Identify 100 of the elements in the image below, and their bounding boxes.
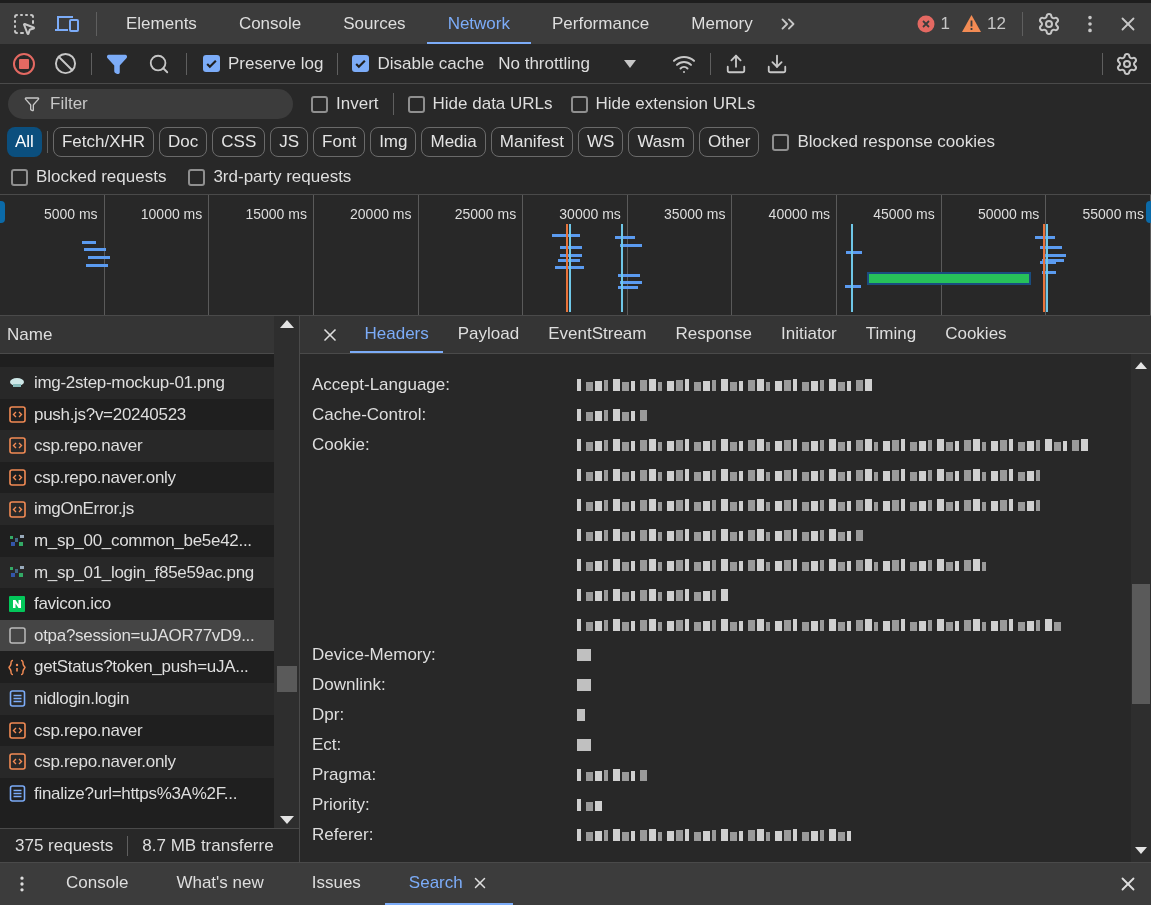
- column-header[interactable]: Name: [7, 321, 53, 348]
- checkbox[interactable]: [352, 55, 370, 72]
- filter-field[interactable]: Filter: [8, 89, 293, 119]
- blurred-value-drawing: [577, 649, 591, 661]
- type-filter-chip[interactable]: Wasm: [628, 127, 694, 157]
- header-name: Pragma:: [312, 764, 377, 787]
- type-filter-chip[interactable]: All: [7, 127, 42, 157]
- detail-tab[interactable]: Payload: [443, 316, 534, 353]
- script-icon: [8, 500, 26, 518]
- request-row[interactable]: otpa?session=uJAOR77vD9...: [0, 619, 274, 652]
- checkbox[interactable]: [311, 95, 328, 113]
- filter-icon[interactable]: [106, 52, 128, 75]
- timeline-tick-label: 55000 ms: [1082, 205, 1144, 224]
- type-filter-chip[interactable]: Manifest: [490, 127, 574, 157]
- throttling-dropdown[interactable]: No throttling: [498, 50, 636, 77]
- drawer-tab[interactable]: Console: [42, 863, 153, 905]
- scroll-up-icon[interactable]: [1135, 362, 1147, 369]
- settings-icon[interactable]: [1115, 51, 1139, 76]
- drawer-tab[interactable]: What's new: [152, 863, 288, 905]
- record-icon[interactable]: [12, 51, 36, 76]
- overview-handle[interactable]: [1146, 201, 1151, 223]
- request-row[interactable]: finalize?url=https%3A%2F...: [0, 777, 274, 810]
- file-icon: [8, 627, 26, 645]
- image-icon: [9, 376, 25, 389]
- header-name: Referer:: [312, 824, 374, 847]
- error-count: 1: [940, 12, 951, 35]
- header-name: Device-Memory:: [312, 644, 436, 667]
- checkbox[interactable]: [203, 55, 220, 72]
- download-icon[interactable]: [765, 52, 788, 75]
- detail-tab[interactable]: Timing: [851, 316, 931, 353]
- request-row[interactable]: m_sp_00_common_be5e42...: [0, 524, 274, 557]
- type-filter-chip[interactable]: CSS: [212, 127, 266, 157]
- header-name: Ect:: [312, 734, 342, 757]
- detail-tab[interactable]: Cookies: [930, 316, 1022, 353]
- panel-tab[interactable]: Console: [217, 3, 323, 44]
- image-icon: [9, 565, 25, 580]
- detail-tab[interactable]: Response: [660, 316, 767, 353]
- type-filter-chip[interactable]: Fetch/XHR: [52, 127, 155, 157]
- detail-tab[interactable]: EventStream: [533, 316, 661, 353]
- overview-handle[interactable]: [0, 201, 5, 223]
- scrollbar-thumb[interactable]: [276, 666, 297, 692]
- panel-tab[interactable]: Elements: [105, 3, 218, 44]
- timeline-tick-label: 25000 ms: [454, 205, 517, 224]
- timeline-tick-label: 40000 ms: [768, 205, 831, 224]
- timeline-tick-label: 20000 ms: [350, 205, 412, 224]
- panel-tab[interactable]: Network: [426, 3, 531, 44]
- type-filter-chip[interactable]: Media: [421, 127, 486, 157]
- type-filter-chip[interactable]: Img: [370, 127, 417, 157]
- error-icon[interactable]: [916, 14, 935, 33]
- type-filter-chip[interactable]: JS: [270, 127, 309, 157]
- warning-icon[interactable]: [962, 15, 982, 32]
- request-count: 375 requests: [15, 834, 114, 857]
- header-name: Dpr:: [312, 704, 345, 727]
- type-filter-chip[interactable]: Doc: [159, 127, 208, 157]
- inspect-icon[interactable]: [12, 11, 36, 36]
- type-filter-chip[interactable]: Font: [313, 127, 366, 157]
- detail-tab[interactable]: Initiator: [766, 316, 852, 353]
- request-row[interactable]: getStatus?token_push=uJA...: [0, 651, 274, 683]
- timeline-tick-label: 30000 ms: [559, 205, 621, 224]
- drawer-tab[interactable]: Issues: [287, 863, 385, 905]
- header-name: Cache-Control:: [312, 404, 427, 427]
- panel-tab[interactable]: Sources: [322, 3, 427, 44]
- image-icon: [9, 533, 25, 548]
- type-filter-chip[interactable]: Other: [698, 127, 760, 157]
- checkbox[interactable]: [407, 95, 425, 113]
- script-icon: [8, 721, 26, 739]
- timeline-tick-label: 45000 ms: [873, 205, 935, 224]
- scrollbar[interactable]: [1131, 354, 1151, 862]
- detail-tab[interactable]: Headers: [350, 316, 444, 353]
- upload-icon[interactable]: [724, 52, 747, 75]
- document-icon: [8, 785, 26, 802]
- scroll-down-icon[interactable]: [1135, 847, 1147, 854]
- option-label: 3rd-party requests: [213, 166, 352, 189]
- timeline-tick-label: 5000 ms: [43, 205, 98, 224]
- request-row[interactable]: favicon.ico: [0, 588, 274, 620]
- option-label: Hide data URLs: [432, 93, 553, 116]
- checkbox[interactable]: [188, 168, 206, 186]
- clear-icon[interactable]: [54, 52, 77, 75]
- scrollbar-thumb[interactable]: [1132, 584, 1150, 704]
- fetch-icon: [8, 658, 26, 676]
- request-row[interactable]: csp.repo.naver.only: [0, 461, 274, 494]
- transferred-size: 8.7 MB transferre: [142, 834, 274, 857]
- type-filter-chip[interactable]: WS: [578, 127, 624, 157]
- settings-icon[interactable]: [1037, 11, 1061, 36]
- search-icon[interactable]: [148, 52, 170, 75]
- checkbox[interactable]: [570, 95, 588, 113]
- scroll-up-icon[interactable]: [279, 320, 294, 328]
- drawer-tab[interactable]: Search: [384, 863, 513, 905]
- request-row[interactable]: push.js?v=20240523: [0, 398, 274, 431]
- blurred-value-drawing: [577, 739, 591, 751]
- request-row[interactable]: csp.repo.naver: [0, 714, 274, 747]
- checkbox[interactable]: [11, 168, 28, 186]
- scrollbar[interactable]: [274, 316, 299, 828]
- scroll-down-icon[interactable]: [279, 816, 294, 824]
- option-label: Blocked response cookies: [797, 131, 995, 154]
- panel-tab[interactable]: Memory: [670, 3, 774, 44]
- header-name: Accept-Language:: [312, 374, 450, 397]
- panel-tab[interactable]: Performance: [531, 3, 671, 44]
- checkbox[interactable]: [772, 133, 790, 151]
- option-label: Preserve log: [228, 52, 324, 75]
